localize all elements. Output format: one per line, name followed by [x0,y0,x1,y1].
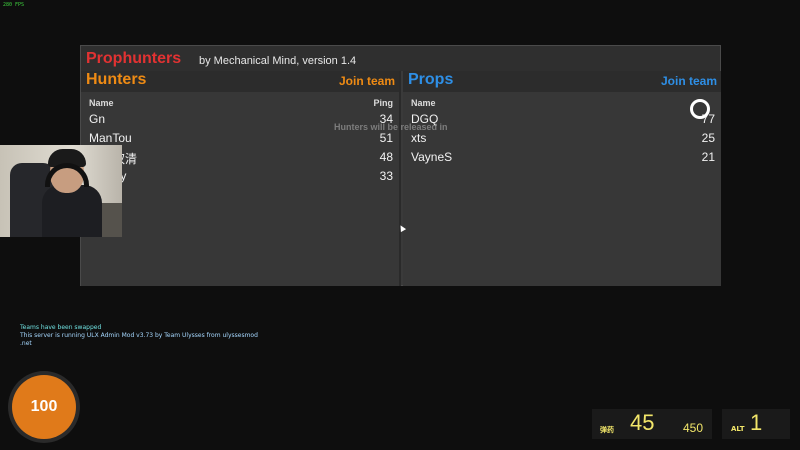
player-row[interactable]: VayneS 21 [411,150,715,169]
player-ping: 51 [379,131,393,145]
player-ping: 25 [701,131,715,145]
hunters-join-button[interactable]: Join team [339,74,395,88]
chat-line: This server is running ULX Admin Mod v3.… [20,332,258,339]
hunters-column: Hunters Join team Name Ping Gn 34 ManTou… [81,71,401,286]
player-row[interactable]: xts 25 [411,131,715,150]
health-indicator: 100 [12,375,76,439]
player-ping: 21 [701,150,715,164]
ammo-label: 弹药 [600,426,614,434]
hunters-column-labels: Name Ping [89,98,393,108]
alt-ammo-value: 1 [750,410,763,435]
props-column: Props Join team Name DGQ 77 xts 25 Vayne… [403,71,721,286]
chat-log: Teams have been swapped This server is r… [20,324,260,348]
fps-counter: 280 FPS [3,2,25,8]
player-name: Gn [89,112,106,126]
props-join-button[interactable]: Join team [661,74,717,88]
props-name-label: Name [411,98,436,108]
props-player-list: DGQ 77 xts 25 VayneS 21 [411,112,715,169]
hunters-ping-label: Ping [373,98,394,108]
player-name: xts [411,131,427,145]
alt-ammo-label: ALT [731,425,745,433]
release-countdown-text: Hunters will be released in [334,122,448,132]
player-ping: 33 [379,169,393,183]
player-ping: 48 [379,150,393,164]
hunters-header: Hunters Join team [81,71,399,92]
game-title: Prophunters [86,50,182,67]
player-row[interactable]: 雪吴权清 48 [89,150,393,169]
player-row[interactable]: ManTou 51 [89,131,393,150]
scoreboard-panel: Prophunters by Mechanical Mind, version … [80,45,721,286]
ammo-clip: 45 [630,410,655,435]
player-row[interactable]: DGQ 77 [411,112,715,131]
props-team-name: Props [408,71,454,88]
player-name: ManTou [89,131,132,145]
props-header: Props Join team [403,71,721,92]
player-name: VayneS [411,150,453,164]
game-subtitle: by Mechanical Mind, version 1.4 [199,55,357,67]
chat-line: Teams have been swapped [20,324,102,331]
webcam-overlay [0,145,122,237]
ammo-reserve: 450 [683,421,704,435]
loading-ring-icon [690,99,710,119]
scoreboard-header: Prophunters by Mechanical Mind, version … [81,46,720,71]
chat-line: .net [20,340,32,347]
hunters-name-label: Name [89,98,114,108]
player-row[interactable]: utvdiyy 33 [89,169,393,188]
hunters-team-name: Hunters [86,71,147,88]
props-column-labels: Name [411,98,715,108]
